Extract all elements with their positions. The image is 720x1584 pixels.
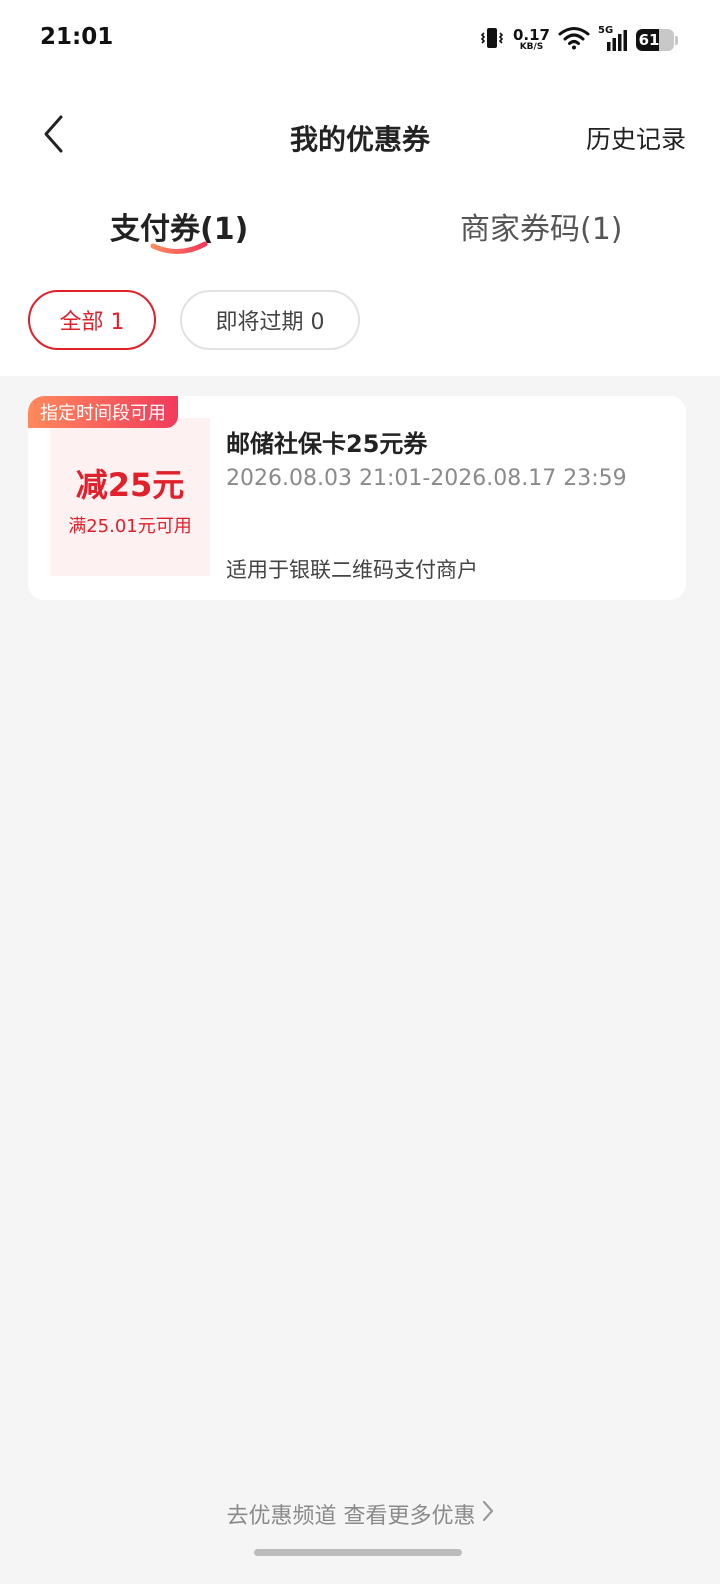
network-speed-value: 0.17 bbox=[512, 26, 550, 44]
status-bar: 21:01 0.17 KB/S 5G 61 bbox=[0, 0, 720, 80]
filter-chip-expiring[interactable]: 即将过期 0 bbox=[180, 290, 360, 350]
battery-level: 61 bbox=[638, 31, 660, 49]
more-offers-label: 去优惠频道 查看更多优惠 bbox=[226, 1504, 476, 1529]
network-speed: 0.17 KB/S bbox=[513, 28, 550, 52]
coupon-validity: 2026.08.03 21:01-2026.08.17 23:59 bbox=[226, 466, 627, 491]
coupon-amount: 减25元 bbox=[75, 466, 185, 504]
chevron-right-icon bbox=[482, 1500, 494, 1528]
status-time: 21:01 bbox=[40, 24, 114, 50]
home-indicator[interactable] bbox=[254, 1549, 462, 1556]
coupon-condition: 满25.01元可用 bbox=[68, 516, 192, 537]
back-button[interactable] bbox=[30, 110, 78, 162]
more-offers-link[interactable]: 去优惠频道 查看更多优惠 bbox=[0, 1498, 720, 1530]
battery-icon: 61 bbox=[636, 29, 674, 51]
chevron-left-icon bbox=[41, 114, 67, 158]
vibrate-icon bbox=[479, 26, 505, 54]
wifi-icon bbox=[558, 26, 590, 54]
battery-tip bbox=[675, 35, 678, 45]
coupon-scope: 适用于银联二维码支付商户 bbox=[226, 558, 478, 582]
cellular-signal-icon: 5G bbox=[598, 25, 628, 53]
network-speed-unit: KB/S bbox=[519, 42, 544, 52]
tab-active-indicator bbox=[150, 241, 208, 254]
header: 我的优惠券 历史记录 bbox=[0, 100, 720, 172]
coupon-name: 邮储社保卡25元券 bbox=[226, 430, 428, 458]
coupon-tabs: 支付券(1) 商家券码(1) bbox=[0, 196, 720, 266]
coupon-value-panel: 减25元 满25.01元可用 bbox=[50, 418, 210, 576]
filter-chip-all[interactable]: 全部 1 bbox=[28, 290, 156, 350]
coupon-card[interactable]: 减25元 满25.01元可用 指定时间段可用 邮储社保卡25元券 2026.08… bbox=[28, 396, 686, 600]
tab-merchant-codes[interactable]: 商家券码(1) bbox=[460, 204, 623, 248]
status-icons: 0.17 KB/S 5G 61 bbox=[479, 24, 678, 56]
coupon-time-tag: 指定时间段可用 bbox=[28, 396, 178, 428]
history-link[interactable]: 历史记录 bbox=[586, 120, 686, 156]
